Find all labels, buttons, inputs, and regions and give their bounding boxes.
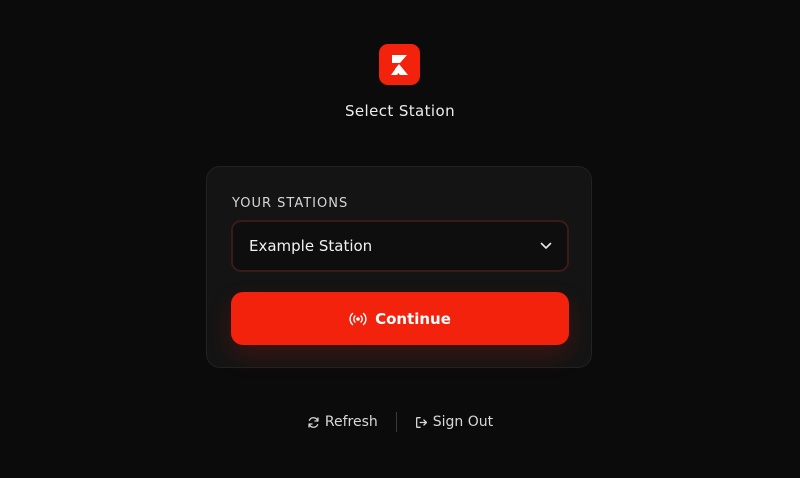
brand-logo-icon	[387, 52, 413, 78]
station-select-page: Select Station YOUR STATIONS Example Sta…	[0, 0, 800, 478]
footer-divider	[395, 412, 397, 432]
sign-out-icon	[415, 416, 428, 429]
broadcast-icon	[349, 312, 367, 326]
continue-button-label: Continue	[375, 309, 451, 328]
sign-out-button[interactable]: Sign Out	[415, 414, 493, 430]
continue-button[interactable]: Continue	[231, 292, 569, 345]
station-card: YOUR STATIONS Example Station Continue	[206, 166, 592, 368]
page-title: Select Station	[345, 102, 455, 120]
station-select-value: Example Station	[249, 237, 373, 255]
footer-actions: Refresh Sign Out	[0, 410, 800, 434]
refresh-icon	[307, 416, 320, 429]
refresh-label: Refresh	[324, 414, 378, 430]
brand-logo	[379, 44, 420, 85]
refresh-button[interactable]: Refresh	[307, 414, 378, 430]
stations-field-label: YOUR STATIONS	[232, 196, 349, 211]
station-select[interactable]: Example Station	[231, 220, 569, 272]
sign-out-label: Sign Out	[432, 414, 494, 430]
chevron-down-icon	[539, 239, 553, 253]
